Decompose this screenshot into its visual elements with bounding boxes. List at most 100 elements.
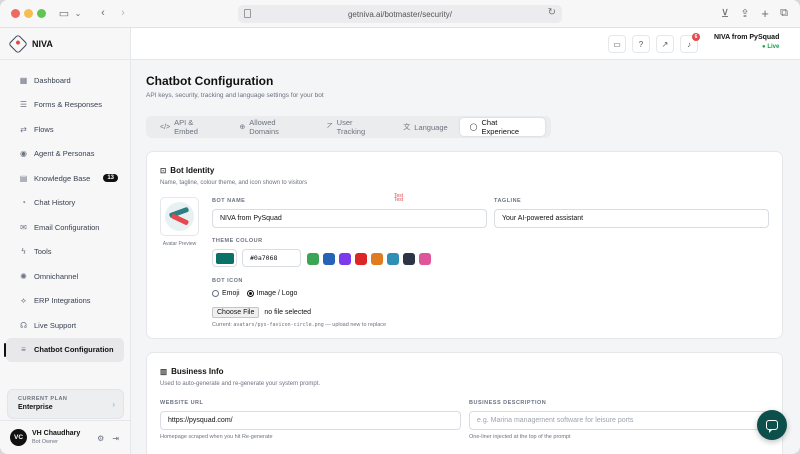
sidebar-item-omnichannel[interactable]: ✺ Omnichannel: [6, 264, 124, 289]
share-icon[interactable]: ⇪: [738, 5, 752, 21]
color-swatches: [307, 253, 431, 265]
card-subtitle: Name, tagline, colour theme, and icon sh…: [160, 180, 308, 186]
gear-icon[interactable]: ⚙: [97, 434, 104, 443]
tab-api-embed[interactable]: </> API & Embed: [150, 118, 227, 136]
card-subtitle: Used to auto-generate and re-generate yo…: [160, 381, 321, 387]
sidebar-item-label: Knowledge Base: [34, 173, 91, 183]
debug-text: Test Test: [394, 193, 404, 203]
sidebar-item-tools[interactable]: ϟ Tools: [6, 240, 124, 265]
address-bar[interactable]: getniva.ai/botmaster/security/ ↻: [238, 5, 562, 23]
avatar[interactable]: VC: [10, 429, 27, 446]
tab-chat-experience[interactable]: ◯ Chat Experience: [459, 118, 545, 136]
choose-file-button[interactable]: Choose File: [212, 307, 260, 318]
sidebar-item-label: Omnichannel: [34, 271, 79, 281]
brand[interactable]: NIVA: [0, 28, 130, 60]
avatar-caption: Avatar Preview: [162, 241, 197, 247]
business-info-card: ▥ Business Info Used to auto-generate and…: [146, 352, 783, 454]
tab-user-tracking[interactable]: ⦢ User Tracking: [317, 118, 391, 136]
sidebar-item-knowledge-base[interactable]: ▤ Knowledge Base 13: [6, 166, 124, 191]
sidebar-item-label: Flows: [34, 124, 54, 134]
logout-icon[interactable]: ⇥: [112, 434, 119, 443]
swatch-purple[interactable]: [339, 253, 351, 265]
brand-name: NIVA: [32, 38, 53, 49]
image-logo-radio[interactable]: [246, 290, 254, 297]
sliders-icon: ≡: [21, 345, 26, 355]
chart-icon: ⦢: [327, 123, 333, 130]
tab-overview-icon[interactable]: ⧉: [777, 5, 791, 21]
image-logo-option-label: Image / Logo: [256, 290, 298, 297]
preview-icon[interactable]: ▭: [608, 35, 626, 53]
chat-widget-button[interactable]: [757, 410, 787, 440]
bot-selector[interactable]: NIVA from PySquad ● Live: [714, 34, 779, 50]
emoji-radio[interactable]: [212, 290, 219, 297]
swatch-red[interactable]: [355, 253, 367, 265]
business-description-label: BUSINESS DESCRIPTION: [469, 400, 547, 406]
page-title: Chatbot Configuration: [146, 74, 274, 88]
business-description-input[interactable]: e.g. Marina management software for leis…: [469, 411, 769, 430]
swatch-green[interactable]: [307, 253, 319, 265]
sidebar-item-forms[interactable]: ☰ Forms & Responses: [6, 93, 124, 118]
browser-toolbar: ▭ ⌄ ‹ › getniva.ai/botmaster/security/ ↻…: [0, 0, 800, 28]
bot-icon-options: Emoji Image / Logo: [212, 290, 297, 297]
tagline-input[interactable]: Your AI-powered assistant: [494, 209, 769, 228]
close-window-button[interactable]: [11, 9, 20, 18]
swatch-orange[interactable]: [371, 253, 383, 265]
current-plan-card[interactable]: CURRENT PLAN Enterprise ›: [7, 389, 124, 419]
minimize-window-button[interactable]: [24, 9, 33, 18]
plan-label: CURRENT PLAN: [18, 396, 68, 402]
swatch-sky[interactable]: [387, 253, 399, 265]
card-title: ⊡ Bot Identity: [160, 166, 214, 175]
avatar-preview: [160, 197, 199, 236]
forward-icon[interactable]: ›: [117, 5, 129, 21]
color-picker[interactable]: [212, 249, 237, 267]
history-icon: ◔: [21, 198, 26, 208]
page-icon: [244, 9, 251, 18]
forms-icon: ☰: [19, 100, 28, 110]
sidebar-item-dashboard[interactable]: ▦ Dashboard: [6, 68, 124, 93]
top-bar: ▭ ? ↗ ♪ 6 NIVA from PySquad ● Live: [131, 28, 800, 60]
sidebar-item-live-support[interactable]: ☊ Live Support: [6, 313, 124, 338]
swatch-blue[interactable]: [323, 253, 335, 265]
tab-label: Chat Experience: [481, 118, 520, 136]
swatch-dark[interactable]: [403, 253, 415, 265]
sidebar-toggle-icon[interactable]: ▭: [57, 5, 71, 21]
reload-icon[interactable]: ↻: [548, 7, 556, 18]
bot-name-input[interactable]: NIVA from PySquad: [212, 209, 487, 228]
main-content: Chatbot Configuration API keys, security…: [131, 60, 800, 454]
url-text: getniva.ai/botmaster/security/: [347, 9, 453, 19]
book-icon: ▤: [19, 173, 28, 183]
sidebar-item-erp[interactable]: ⟡ ERP Integrations: [6, 289, 124, 314]
tab-label: Language: [414, 122, 448, 132]
sidebar-item-flows[interactable]: ⇄ Flows: [6, 117, 124, 142]
sidebar-item-label: Forms & Responses: [34, 100, 102, 110]
status-badge: ● Live: [762, 44, 780, 50]
new-tab-icon[interactable]: +: [758, 5, 772, 21]
agent-icon: ◉: [20, 149, 27, 159]
notification-count: 6: [692, 33, 700, 41]
bot-icon-label: BOT ICON: [212, 278, 243, 284]
sidebar-item-agents[interactable]: ◉ Agent & Personas: [6, 142, 124, 167]
tab-language[interactable]: 文 Language: [393, 118, 457, 136]
external-link-icon[interactable]: ↗: [656, 35, 674, 53]
sidebar-item-chatbot-configuration[interactable]: ≡ Chatbot Configuration: [4, 337, 124, 362]
sidebar-item-label: Dashboard: [34, 75, 71, 85]
card-title: ▥ Business Info: [160, 367, 224, 376]
sidebar-item-label: Tools: [34, 247, 52, 257]
maximize-window-button[interactable]: [37, 9, 46, 18]
browser-window: ▭ ⌄ ‹ › getniva.ai/botmaster/security/ ↻…: [0, 0, 800, 454]
sidebar-nav: ▦ Dashboard ☰ Forms & Responses ⇄ Flows ◉ Ag…: [0, 60, 130, 362]
sidebar-item-email[interactable]: ✉ Email Configuration: [6, 215, 124, 240]
sidebar-item-chat-history[interactable]: ◔ Chat History: [6, 191, 124, 216]
translate-icon: 文: [403, 124, 411, 131]
tab-allowed-domains[interactable]: ⊕ Allowed Domains: [229, 118, 315, 136]
download-icon[interactable]: ⊻: [718, 5, 732, 21]
website-url-input[interactable]: https://pysquad.com/: [160, 411, 461, 430]
chevron-down-icon[interactable]: ⌄: [73, 5, 83, 21]
theme-hex-input[interactable]: #0a7068: [242, 249, 301, 267]
swatch-pink[interactable]: [419, 253, 431, 265]
back-icon[interactable]: ‹: [97, 5, 109, 21]
help-icon[interactable]: ?: [632, 35, 650, 53]
business-description-hint: One-liner injected at the top of the pro…: [469, 434, 571, 440]
user-profile: VC VH Chaudhary Bot Owner ⚙ ⇥: [0, 420, 131, 454]
bell-icon[interactable]: ♪ 6: [680, 33, 700, 53]
